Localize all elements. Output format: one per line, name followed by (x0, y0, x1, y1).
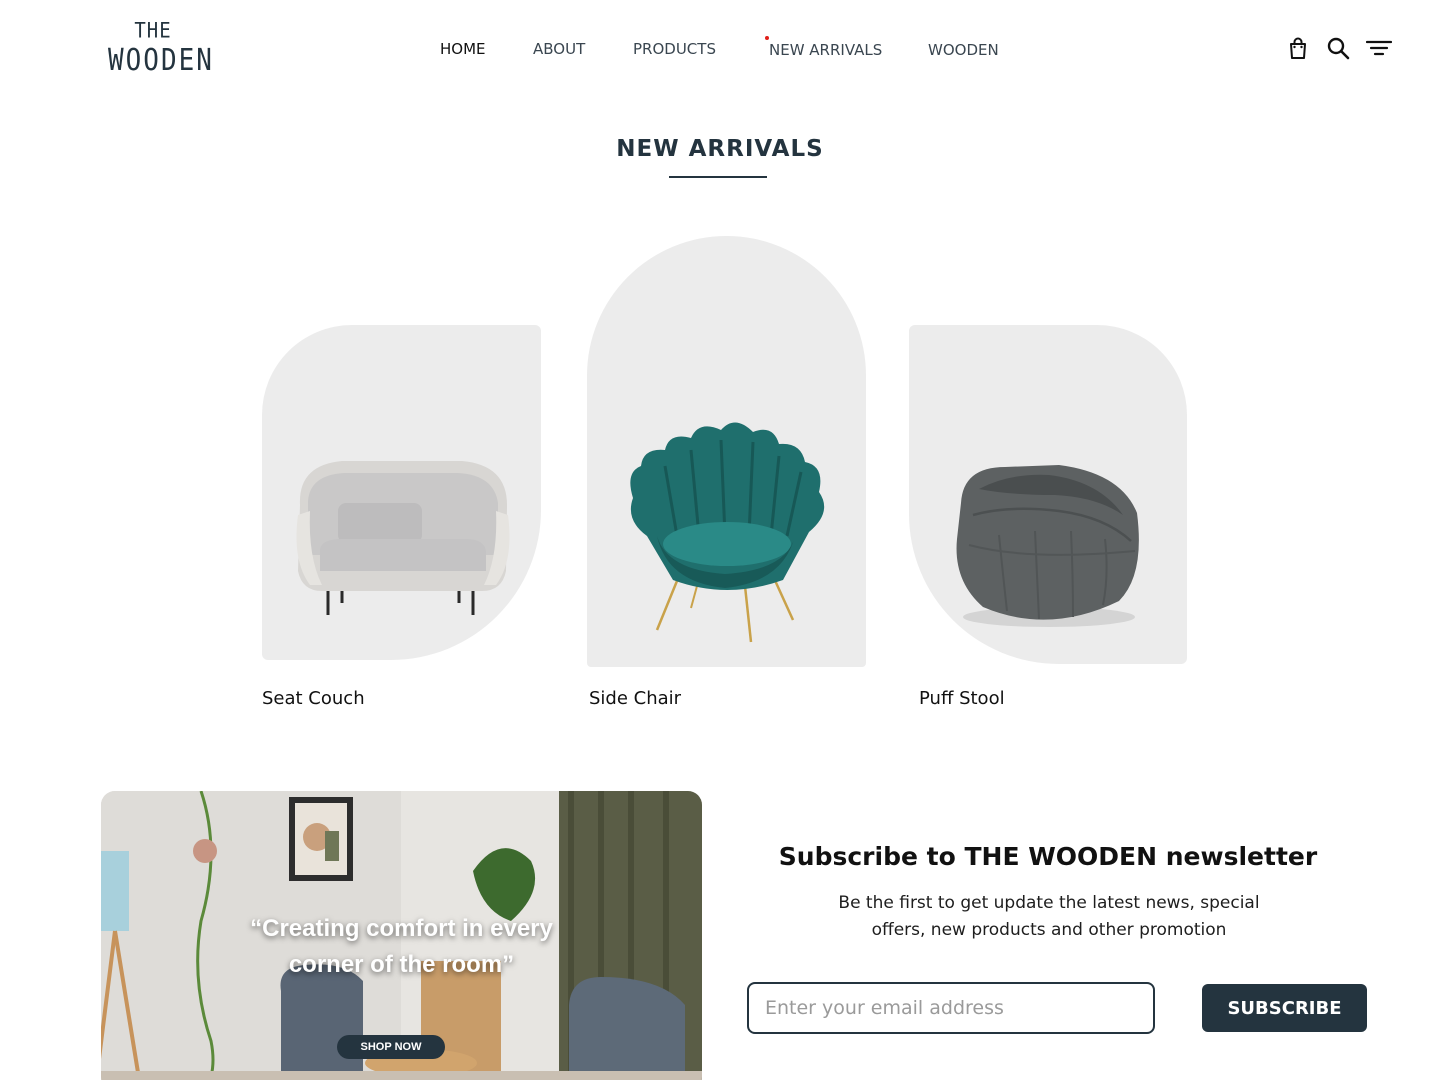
email-input[interactable] (747, 982, 1155, 1034)
section-title-underline (669, 176, 767, 178)
side-chair-image (630, 422, 825, 643)
nav-item-new-arrivals[interactable]: NEW ARRIVALS (769, 41, 882, 59)
product-name-puff-stool[interactable]: Puff Stool (919, 688, 1005, 709)
search-icon[interactable] (1326, 36, 1350, 60)
logo-top-text: THE (134, 18, 172, 44)
main-navigation: HOME ABOUT PRODUCTS NEW ARRIVALS WOODEN (0, 40, 1440, 60)
banner-quote: “Creating comfort in every corner of the… (250, 915, 553, 978)
subscribe-button[interactable]: SUBSCRIBE (1202, 984, 1367, 1032)
newsletter-description: Be the first to get update the latest ne… (838, 893, 1260, 940)
product-card-puff-stool[interactable] (909, 325, 1187, 664)
notification-dot (765, 36, 769, 40)
product-name-seat-couch[interactable]: Seat Couch (262, 688, 365, 709)
nav-item-wooden[interactable]: WOODEN (928, 41, 999, 59)
nav-item-products[interactable]: PRODUCTS (633, 40, 716, 58)
product-card-seat-couch[interactable] (262, 325, 541, 660)
product-card-side-chair[interactable] (587, 236, 866, 667)
seat-couch-image (296, 461, 510, 615)
puff-stool-image (956, 465, 1139, 627)
header-actions (1286, 36, 1392, 60)
section-title: NEW ARRIVALS (616, 136, 824, 162)
nav-item-home[interactable]: HOME (440, 40, 486, 58)
shopping-bag-icon[interactable] (1286, 36, 1310, 60)
newsletter-title: Subscribe to THE WOODEN newsletter (778, 842, 1318, 871)
shop-now-button[interactable]: SHOP NOW (337, 1035, 445, 1059)
product-name-side-chair[interactable]: Side Chair (589, 688, 681, 709)
filter-menu-icon[interactable] (1366, 36, 1392, 60)
promo-banner: “Creating comfort in every corner of the… (101, 791, 702, 1080)
nav-item-about[interactable]: ABOUT (533, 40, 585, 58)
